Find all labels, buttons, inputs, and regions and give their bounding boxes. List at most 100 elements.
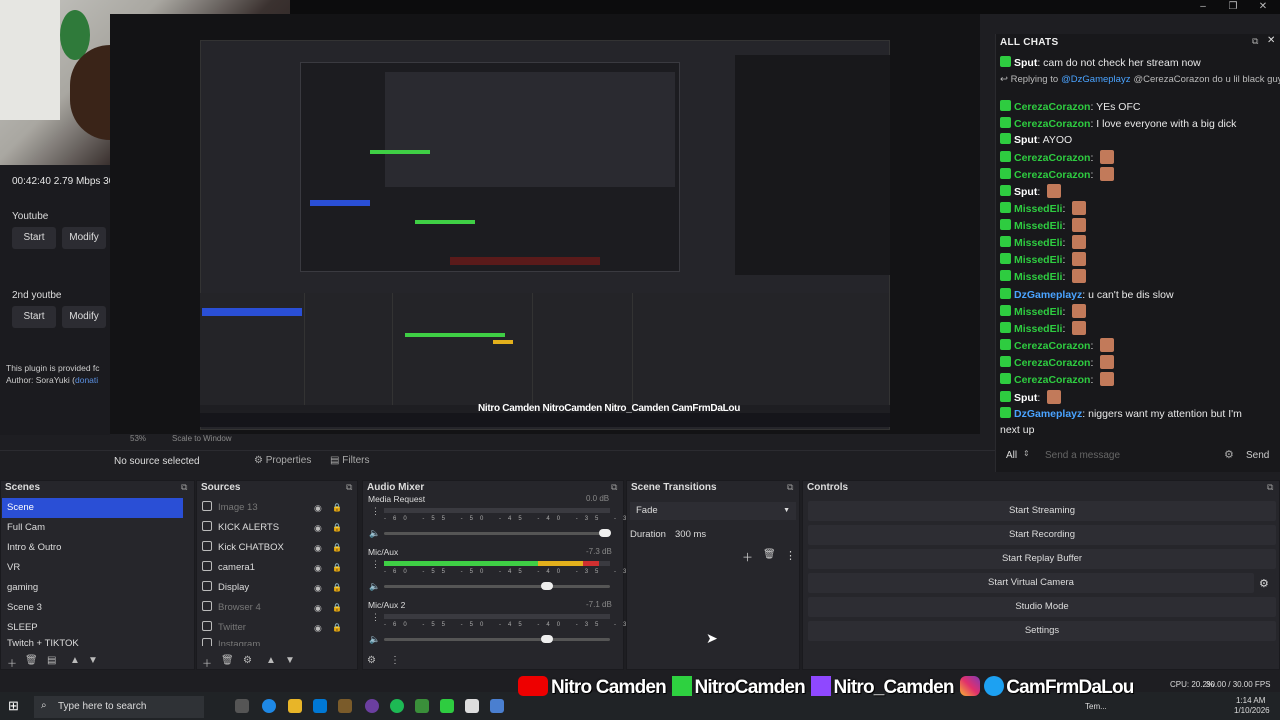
- mixer-menu-icon[interactable]: ⋮: [390, 655, 400, 666]
- add-transition-icon[interactable]: ＋: [742, 549, 753, 565]
- scene-item[interactable]: Twitch + TIKTOK: [2, 638, 183, 646]
- scene-item[interactable]: SLEEP: [2, 618, 183, 638]
- visibility-eye-icon[interactable]: ◉: [314, 583, 322, 594]
- remove-source-icon[interactable]: 🗑: [221, 655, 234, 666]
- filters-button[interactable]: ▤ Filters: [330, 453, 374, 469]
- tray-label[interactable]: Tem...: [1085, 702, 1107, 711]
- lock-icon[interactable]: 🔒: [332, 583, 342, 592]
- source-properties-icon[interactable]: ⚙: [243, 655, 252, 666]
- volume-slider-knob[interactable]: [599, 529, 612, 537]
- store-icon[interactable]: [313, 699, 327, 713]
- maximize-button[interactable]: ❐: [1218, 0, 1248, 14]
- chat-message-input[interactable]: Send a message: [1045, 450, 1120, 461]
- clock-time[interactable]: 1:14 AM: [1236, 696, 1265, 705]
- minimize-button[interactable]: –: [1188, 0, 1218, 14]
- 2nd-youtube-modify-button[interactable]: Modify: [62, 306, 106, 328]
- chat-close-icon[interactable]: ✕: [1267, 35, 1275, 46]
- control-button-start-virtual-camera[interactable]: Start Virtual Camera: [808, 573, 1254, 593]
- obs-icon[interactable]: [365, 699, 379, 713]
- lock-icon[interactable]: 🔒: [332, 603, 342, 612]
- speaker-icon[interactable]: 🔈: [369, 581, 380, 592]
- source-item[interactable]: camera1: [202, 558, 352, 578]
- scene-item[interactable]: gaming: [2, 578, 183, 598]
- gear-icon[interactable]: ⚙: [1224, 448, 1234, 461]
- source-item[interactable]: KICK ALERTS: [202, 518, 352, 538]
- visibility-eye-icon[interactable]: ◉: [314, 603, 322, 614]
- app-icon[interactable]: [338, 699, 352, 713]
- scene-item[interactable]: Scene 3: [2, 598, 183, 618]
- lock-icon[interactable]: 🔒: [332, 563, 342, 572]
- explorer-icon[interactable]: [288, 699, 302, 713]
- scene-item[interactable]: VR: [2, 558, 183, 578]
- add-source-icon[interactable]: ＋: [202, 655, 212, 670]
- edge-icon[interactable]: [262, 699, 276, 713]
- move-up-icon[interactable]: ▲: [266, 655, 276, 666]
- move-down-icon[interactable]: ▼: [285, 655, 295, 666]
- youtube-modify-button[interactable]: Modify: [62, 227, 106, 249]
- channel-menu-icon[interactable]: ⋮: [371, 612, 380, 623]
- spotify-icon[interactable]: [390, 699, 404, 713]
- channel-menu-icon[interactable]: ⋮: [371, 506, 380, 517]
- visibility-eye-icon[interactable]: ◉: [314, 543, 322, 554]
- transition-menu-icon[interactable]: ⋮: [785, 549, 796, 562]
- source-item[interactable]: Instagram: [202, 638, 352, 646]
- control-button-start-replay-buffer[interactable]: Start Replay Buffer: [808, 549, 1276, 569]
- mixer-settings-icon[interactable]: ⚙: [367, 655, 376, 666]
- remove-transition-icon[interactable]: 🗑: [763, 549, 776, 560]
- 2nd-youtube-start-button[interactable]: Start: [12, 306, 56, 328]
- minecraft-icon[interactable]: [415, 699, 429, 713]
- dock-float-icon[interactable]: ⧉: [1267, 482, 1273, 493]
- app-icon-2[interactable]: [490, 699, 504, 713]
- task-view-icon[interactable]: [235, 699, 249, 713]
- channel-menu-icon[interactable]: ⋮: [371, 559, 380, 570]
- transition-select[interactable]: Fade ▼: [630, 502, 796, 520]
- virtual-camera-settings-icon[interactable]: ⚙: [1259, 577, 1269, 590]
- lock-icon[interactable]: 🔒: [332, 523, 342, 532]
- visibility-eye-icon[interactable]: ◉: [314, 563, 322, 574]
- move-up-icon[interactable]: ▲: [70, 655, 80, 666]
- source-item[interactable]: Twitter: [202, 618, 352, 638]
- lock-icon[interactable]: 🔒: [332, 623, 342, 632]
- visibility-eye-icon[interactable]: ◉: [314, 503, 322, 514]
- donate-link[interactable]: donati: [75, 375, 98, 385]
- scene-item[interactable]: Intro & Outro: [2, 538, 183, 558]
- duration-input[interactable]: 300 ms: [670, 526, 796, 544]
- dock-float-icon[interactable]: ⧉: [787, 482, 793, 493]
- visibility-eye-icon[interactable]: ◉: [314, 523, 322, 534]
- lock-icon[interactable]: 🔒: [332, 503, 342, 512]
- control-button-settings[interactable]: Settings: [808, 621, 1276, 641]
- volume-slider[interactable]: [384, 585, 610, 588]
- source-item[interactable]: Display: [202, 578, 352, 598]
- remove-scene-icon[interactable]: 🗑: [25, 655, 38, 666]
- dock-float-icon[interactable]: ⧉: [346, 482, 352, 493]
- properties-button[interactable]: ⚙ Properties: [254, 453, 316, 469]
- volume-slider-knob[interactable]: [540, 582, 553, 590]
- visibility-eye-icon[interactable]: ◉: [314, 623, 322, 634]
- source-item[interactable]: Browser 4: [202, 598, 352, 618]
- dock-float-icon[interactable]: ⧉: [181, 482, 187, 493]
- volume-slider[interactable]: [384, 638, 610, 641]
- volume-slider[interactable]: [384, 532, 610, 535]
- scene-item[interactable]: Full Cam: [2, 518, 183, 538]
- notepad-icon[interactable]: [465, 699, 479, 713]
- chat-filter-select[interactable]: All: [1006, 450, 1017, 461]
- close-button[interactable]: ✕: [1248, 0, 1278, 14]
- dock-float-icon[interactable]: ⧉: [611, 482, 617, 493]
- chat-send-button[interactable]: Send: [1246, 450, 1269, 461]
- control-button-start-streaming[interactable]: Start Streaming: [808, 501, 1276, 521]
- zoom-level[interactable]: 53%: [130, 434, 146, 443]
- kick-icon[interactable]: [440, 699, 454, 713]
- speaker-icon[interactable]: 🔈: [369, 528, 380, 539]
- speaker-icon[interactable]: 🔈: [369, 634, 380, 645]
- windows-start-icon[interactable]: ⊞: [8, 698, 19, 714]
- source-item[interactable]: Kick CHATBOX: [202, 538, 352, 558]
- scene-item[interactable]: Scene: [2, 498, 183, 518]
- source-item[interactable]: Image 13: [202, 498, 352, 518]
- chat-float-icon[interactable]: ⧉: [1252, 36, 1258, 47]
- volume-slider-knob[interactable]: [540, 635, 553, 643]
- youtube-start-button[interactable]: Start: [12, 227, 56, 249]
- clock-date[interactable]: 1/10/2026: [1234, 706, 1270, 715]
- lock-icon[interactable]: 🔒: [332, 543, 342, 552]
- add-scene-icon[interactable]: ＋: [7, 655, 17, 670]
- scene-filters-icon[interactable]: ▤: [47, 655, 56, 666]
